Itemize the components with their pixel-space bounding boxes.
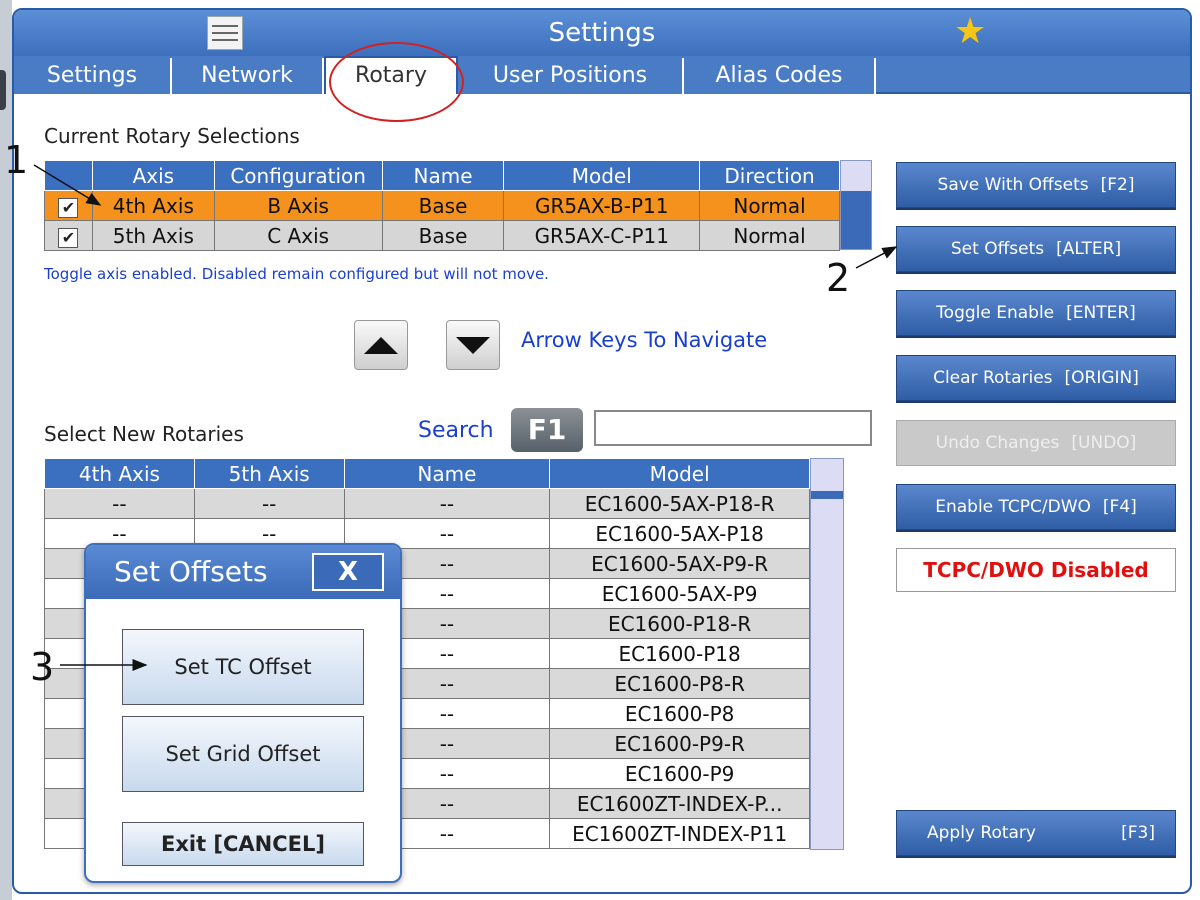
callout-2-arrow — [855, 246, 898, 269]
callout-1-arrow — [33, 164, 102, 206]
callout-arrows — [33, 164, 898, 671]
